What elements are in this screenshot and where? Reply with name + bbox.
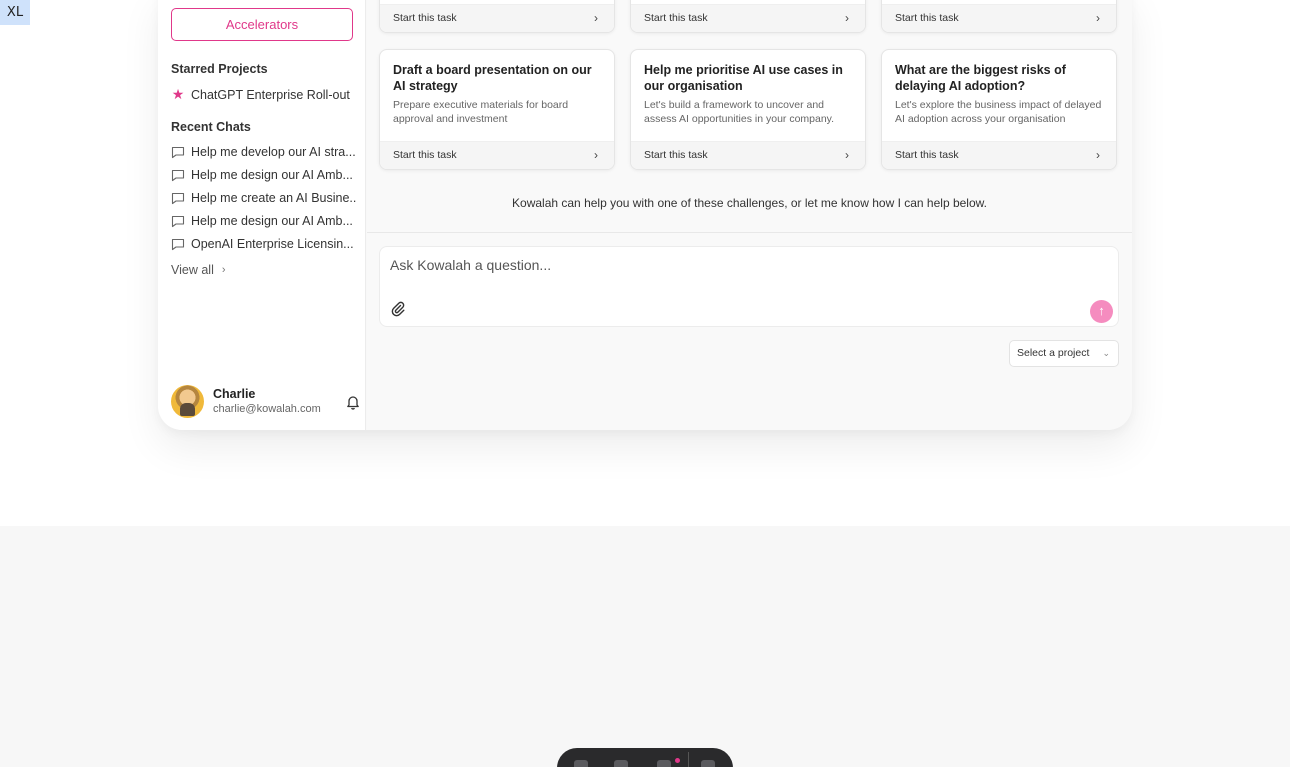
star-icon: ★: [171, 86, 185, 102]
avatar: [171, 385, 204, 418]
start-task-label: Start this task: [895, 12, 959, 24]
start-task-label: Start this task: [393, 12, 457, 24]
ask-input[interactable]: [390, 255, 990, 275]
task-card-title: Draft a board presentation on our AI str…: [393, 63, 592, 93]
user-name: Charlie: [213, 387, 256, 401]
recent-chat-item[interactable]: Help me create an AI Busine...: [171, 191, 356, 205]
recent-chat-label: OpenAI Enterprise Licensin...: [191, 237, 354, 251]
chat-bubble-icon: [171, 169, 185, 181]
chevron-right-icon: ›: [845, 148, 849, 162]
chat-bubble-icon: [171, 192, 185, 204]
toolbar-divider: [688, 752, 689, 767]
start-task-label: Start this task: [644, 12, 708, 24]
bell-icon[interactable]: [346, 394, 360, 410]
task-card[interactable]: What are the biggest risks of delaying A…: [881, 49, 1117, 170]
view-all-label: View all: [171, 263, 214, 277]
user-email: charlie@kowalah.com: [213, 403, 321, 415]
chevron-right-icon: ›: [1096, 148, 1100, 162]
start-task-button[interactable]: Start this task ›: [882, 141, 1116, 169]
notification-dot: [675, 758, 680, 763]
task-card[interactable]: Start this task ›: [881, 0, 1117, 33]
recent-chat-label: Help me design our AI Amb...: [191, 214, 353, 228]
size-badge: XL: [0, 0, 30, 25]
toolbar-tool-icon[interactable]: [614, 760, 628, 767]
toolbar-tool-icon[interactable]: [574, 760, 588, 767]
task-card[interactable]: Help me prioritise AI use cases in our o…: [630, 49, 866, 170]
chevron-right-icon: ›: [594, 11, 598, 25]
divider: [367, 232, 1132, 233]
accelerators-button[interactable]: Accelerators: [171, 8, 353, 41]
start-task-button[interactable]: Start this task ›: [380, 4, 614, 32]
paperclip-icon[interactable]: [391, 301, 405, 317]
project-select-value: Select a project: [1017, 347, 1090, 359]
task-card[interactable]: Start this task ›: [379, 0, 615, 33]
chat-bubble-icon: [171, 215, 185, 227]
chat-bubble-icon: [171, 146, 185, 158]
chevron-right-icon: ›: [221, 264, 226, 276]
recent-chat-label: Help me develop our AI stra...: [191, 145, 356, 159]
recent-chat-item[interactable]: Help me design our AI Amb...: [171, 168, 356, 182]
start-task-button[interactable]: Start this task ›: [380, 141, 614, 169]
recent-chat-item[interactable]: Help me develop our AI stra...: [171, 145, 356, 159]
arrow-up-icon: ↑: [1098, 303, 1105, 318]
chat-bubble-icon: [171, 238, 185, 250]
recent-chat-label: Help me create an AI Busine...: [191, 191, 356, 205]
task-card-description: Let's build a framework to uncover and a…: [644, 99, 835, 125]
chevron-right-icon: ›: [594, 148, 598, 162]
task-card-description: Prepare executive materials for board ap…: [393, 99, 569, 125]
chevron-right-icon: ›: [845, 11, 849, 25]
start-task-label: Start this task: [895, 149, 959, 161]
recent-chat-item[interactable]: OpenAI Enterprise Licensin...: [171, 237, 356, 251]
chevron-right-icon: ›: [1096, 11, 1100, 25]
view-all-link[interactable]: View all ›: [171, 263, 226, 277]
bottom-toolbar: [557, 748, 733, 767]
main-panel: Start this task › Start this task › Star…: [367, 0, 1132, 430]
recent-chat-item[interactable]: Help me design our AI Amb...: [171, 214, 356, 228]
starred-project-item[interactable]: ★ ChatGPT Enterprise Roll-out: [171, 86, 350, 103]
task-card-title: What are the biggest risks of delaying A…: [895, 63, 1066, 93]
send-button[interactable]: ↑: [1090, 300, 1113, 323]
toolbar-tool-icon[interactable]: [701, 760, 715, 767]
recent-chat-label: Help me design our AI Amb...: [191, 168, 353, 182]
task-card-description: Let's explore the business impact of del…: [895, 99, 1102, 125]
task-card-title: Help me prioritise AI use cases in our o…: [644, 63, 843, 93]
app-window: Accelerators Starred Projects ★ ChatGPT …: [158, 0, 1132, 430]
page-lower-band: [0, 526, 1290, 767]
task-card[interactable]: Draft a board presentation on our AI str…: [379, 49, 615, 170]
start-task-button[interactable]: Start this task ›: [631, 141, 865, 169]
sidebar: Accelerators Starred Projects ★ ChatGPT …: [158, 0, 366, 430]
user-profile[interactable]: Charlie charlie@kowalah.com: [171, 385, 359, 419]
start-task-button[interactable]: Start this task ›: [631, 4, 865, 32]
starred-project-label: ChatGPT Enterprise Roll-out: [191, 87, 350, 102]
task-card[interactable]: Start this task ›: [630, 0, 866, 33]
recent-chats-heading: Recent Chats: [171, 120, 251, 134]
start-task-label: Start this task: [393, 149, 457, 161]
helper-text: Kowalah can help you with one of these c…: [512, 196, 987, 210]
start-task-label: Start this task: [644, 149, 708, 161]
chevron-down-icon: ⌄: [1102, 348, 1110, 358]
start-task-button[interactable]: Start this task ›: [882, 4, 1116, 32]
toolbar-tool-icon[interactable]: [657, 760, 671, 767]
ask-box: ↑: [379, 246, 1119, 327]
project-select[interactable]: Select a project ⌄: [1009, 340, 1119, 367]
starred-projects-heading: Starred Projects: [171, 62, 268, 76]
